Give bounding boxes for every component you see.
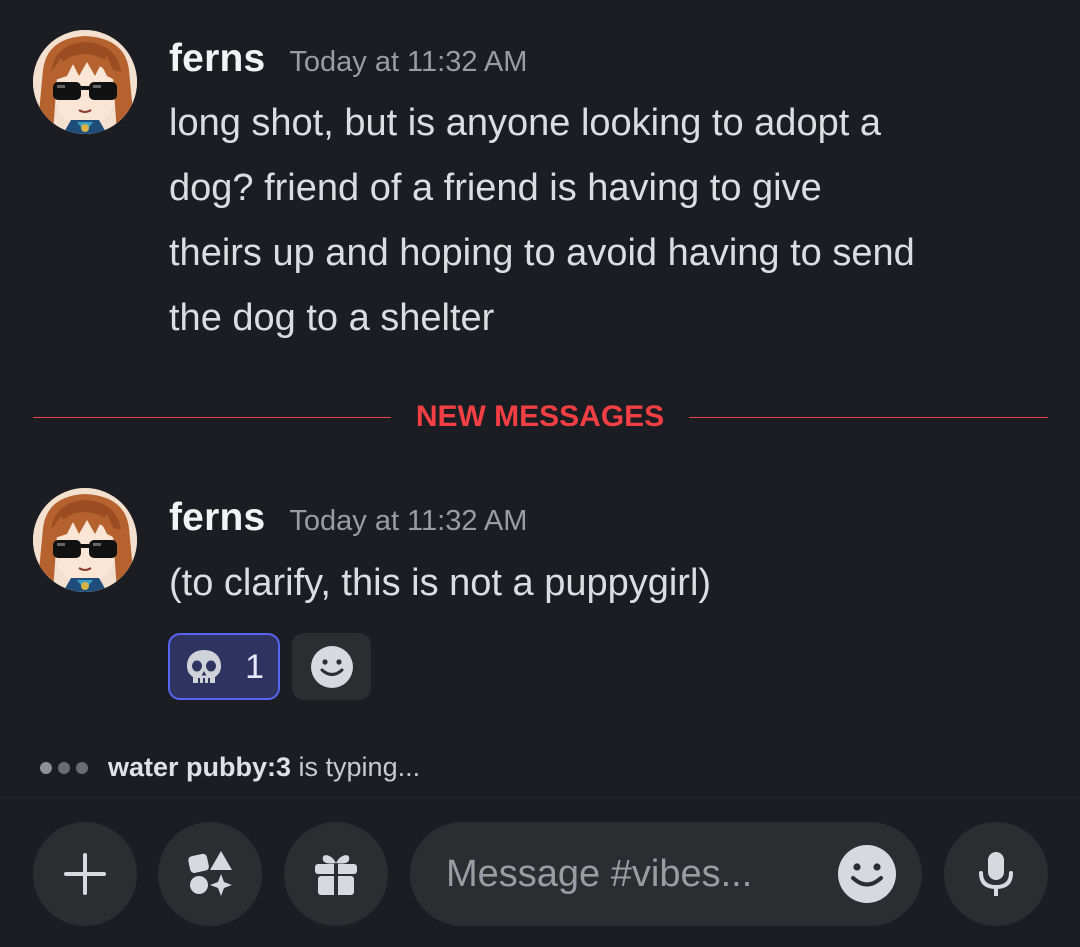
typing-dot [76,761,88,774]
timestamp: Today at 11:32 AM [289,505,528,537]
message-2[interactable]: ferns Today at 11:32 AM (to clarify, thi… [0,470,1080,710]
username[interactable]: ferns [169,37,265,81]
reaction-bar: 1 [168,633,371,700]
message-text: long shot, but is anyone looking to adop… [169,91,1059,351]
apps-icon [188,851,232,896]
divider-line-right [689,417,1048,418]
reaction-skull[interactable]: 1 [168,633,280,700]
message-line: (to clarify, this is not a puppygirl) [169,562,712,604]
gift-icon [315,855,357,895]
avatar[interactable] [33,488,137,592]
voice-message-button[interactable] [944,822,1048,926]
new-messages-label: NEW MESSAGES [415,400,665,433]
message-line: the dog to a shelter [169,297,495,339]
composer-bar [0,797,1080,947]
message-1[interactable]: ferns Today at 11:32 AM long shot, but i… [0,0,1080,380]
reaction-count: 1 [245,647,264,686]
divider-line-left [33,417,391,418]
chat-screen: ferns Today at 11:32 AM long shot, but i… [0,0,1080,947]
skull-icon [187,649,221,683]
avatar-image [33,30,137,134]
typing-dots-icon [40,761,88,774]
message-input-container[interactable] [410,822,922,926]
plus-icon [64,853,106,895]
microphone-icon [979,852,1013,896]
typing-dot [58,761,70,774]
message-line: dog? friend of a friend is having to giv… [169,167,822,209]
typing-suffix: is typing... [291,752,421,782]
avatar-image [33,488,137,592]
message-header: ferns Today at 11:32 AM [169,496,527,546]
emoji-button[interactable] [836,843,898,905]
emoji-icon [838,845,896,903]
typing-user: water pubby:3 [108,752,292,782]
attach-plus-button[interactable] [33,822,137,926]
message-line: long shot, but is anyone looking to adop… [169,102,881,144]
typing-dot [40,761,52,774]
avatar[interactable] [33,30,137,134]
message-header: ferns Today at 11:32 AM [169,37,527,87]
message-line: theirs up and hoping to avoid having to … [169,232,915,274]
message-text: (to clarify, this is not a puppygirl) [169,551,1059,616]
new-messages-divider: NEW MESSAGES [33,400,1048,433]
apps-button[interactable] [158,822,262,926]
typing-text: water pubby:3 is typing... [108,752,420,783]
gift-button[interactable] [284,822,388,926]
timestamp: Today at 11:32 AM [289,46,528,78]
add-reaction-button[interactable] [292,633,371,700]
username[interactable]: ferns [169,496,265,540]
emoji-smile-icon [310,645,353,688]
message-input[interactable] [446,852,816,896]
typing-indicator: water pubby:3 is typing... [40,752,420,783]
